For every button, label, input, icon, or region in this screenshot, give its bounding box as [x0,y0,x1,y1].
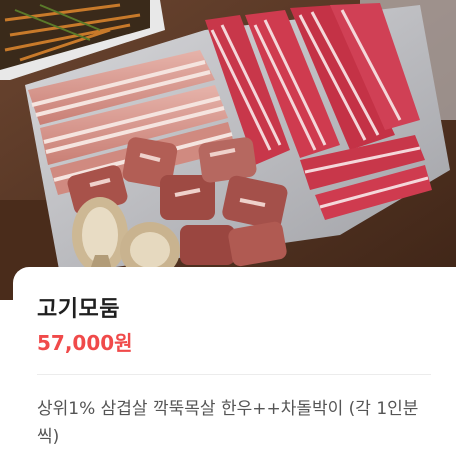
menu-item-description: 상위1% 삼겹살 깍뚝목살 한우++차돌박이 (각 1인분씩) [37,399,419,447]
menu-item-name: 고기모둠 [37,297,120,322]
menu-item-photo[interactable] [0,0,456,300]
menu-item-page: 고기모둠 57,000원 상위1% 삼겹살 깍뚝목살 한우++차돌박이 (각 1… [0,0,456,473]
divider [37,374,431,375]
menu-item-card: 고기모둠 57,000원 상위1% 삼겹살 깍뚝목살 한우++차돌박이 (각 1… [13,267,456,473]
menu-item-price: 57,000원 [37,331,133,355]
